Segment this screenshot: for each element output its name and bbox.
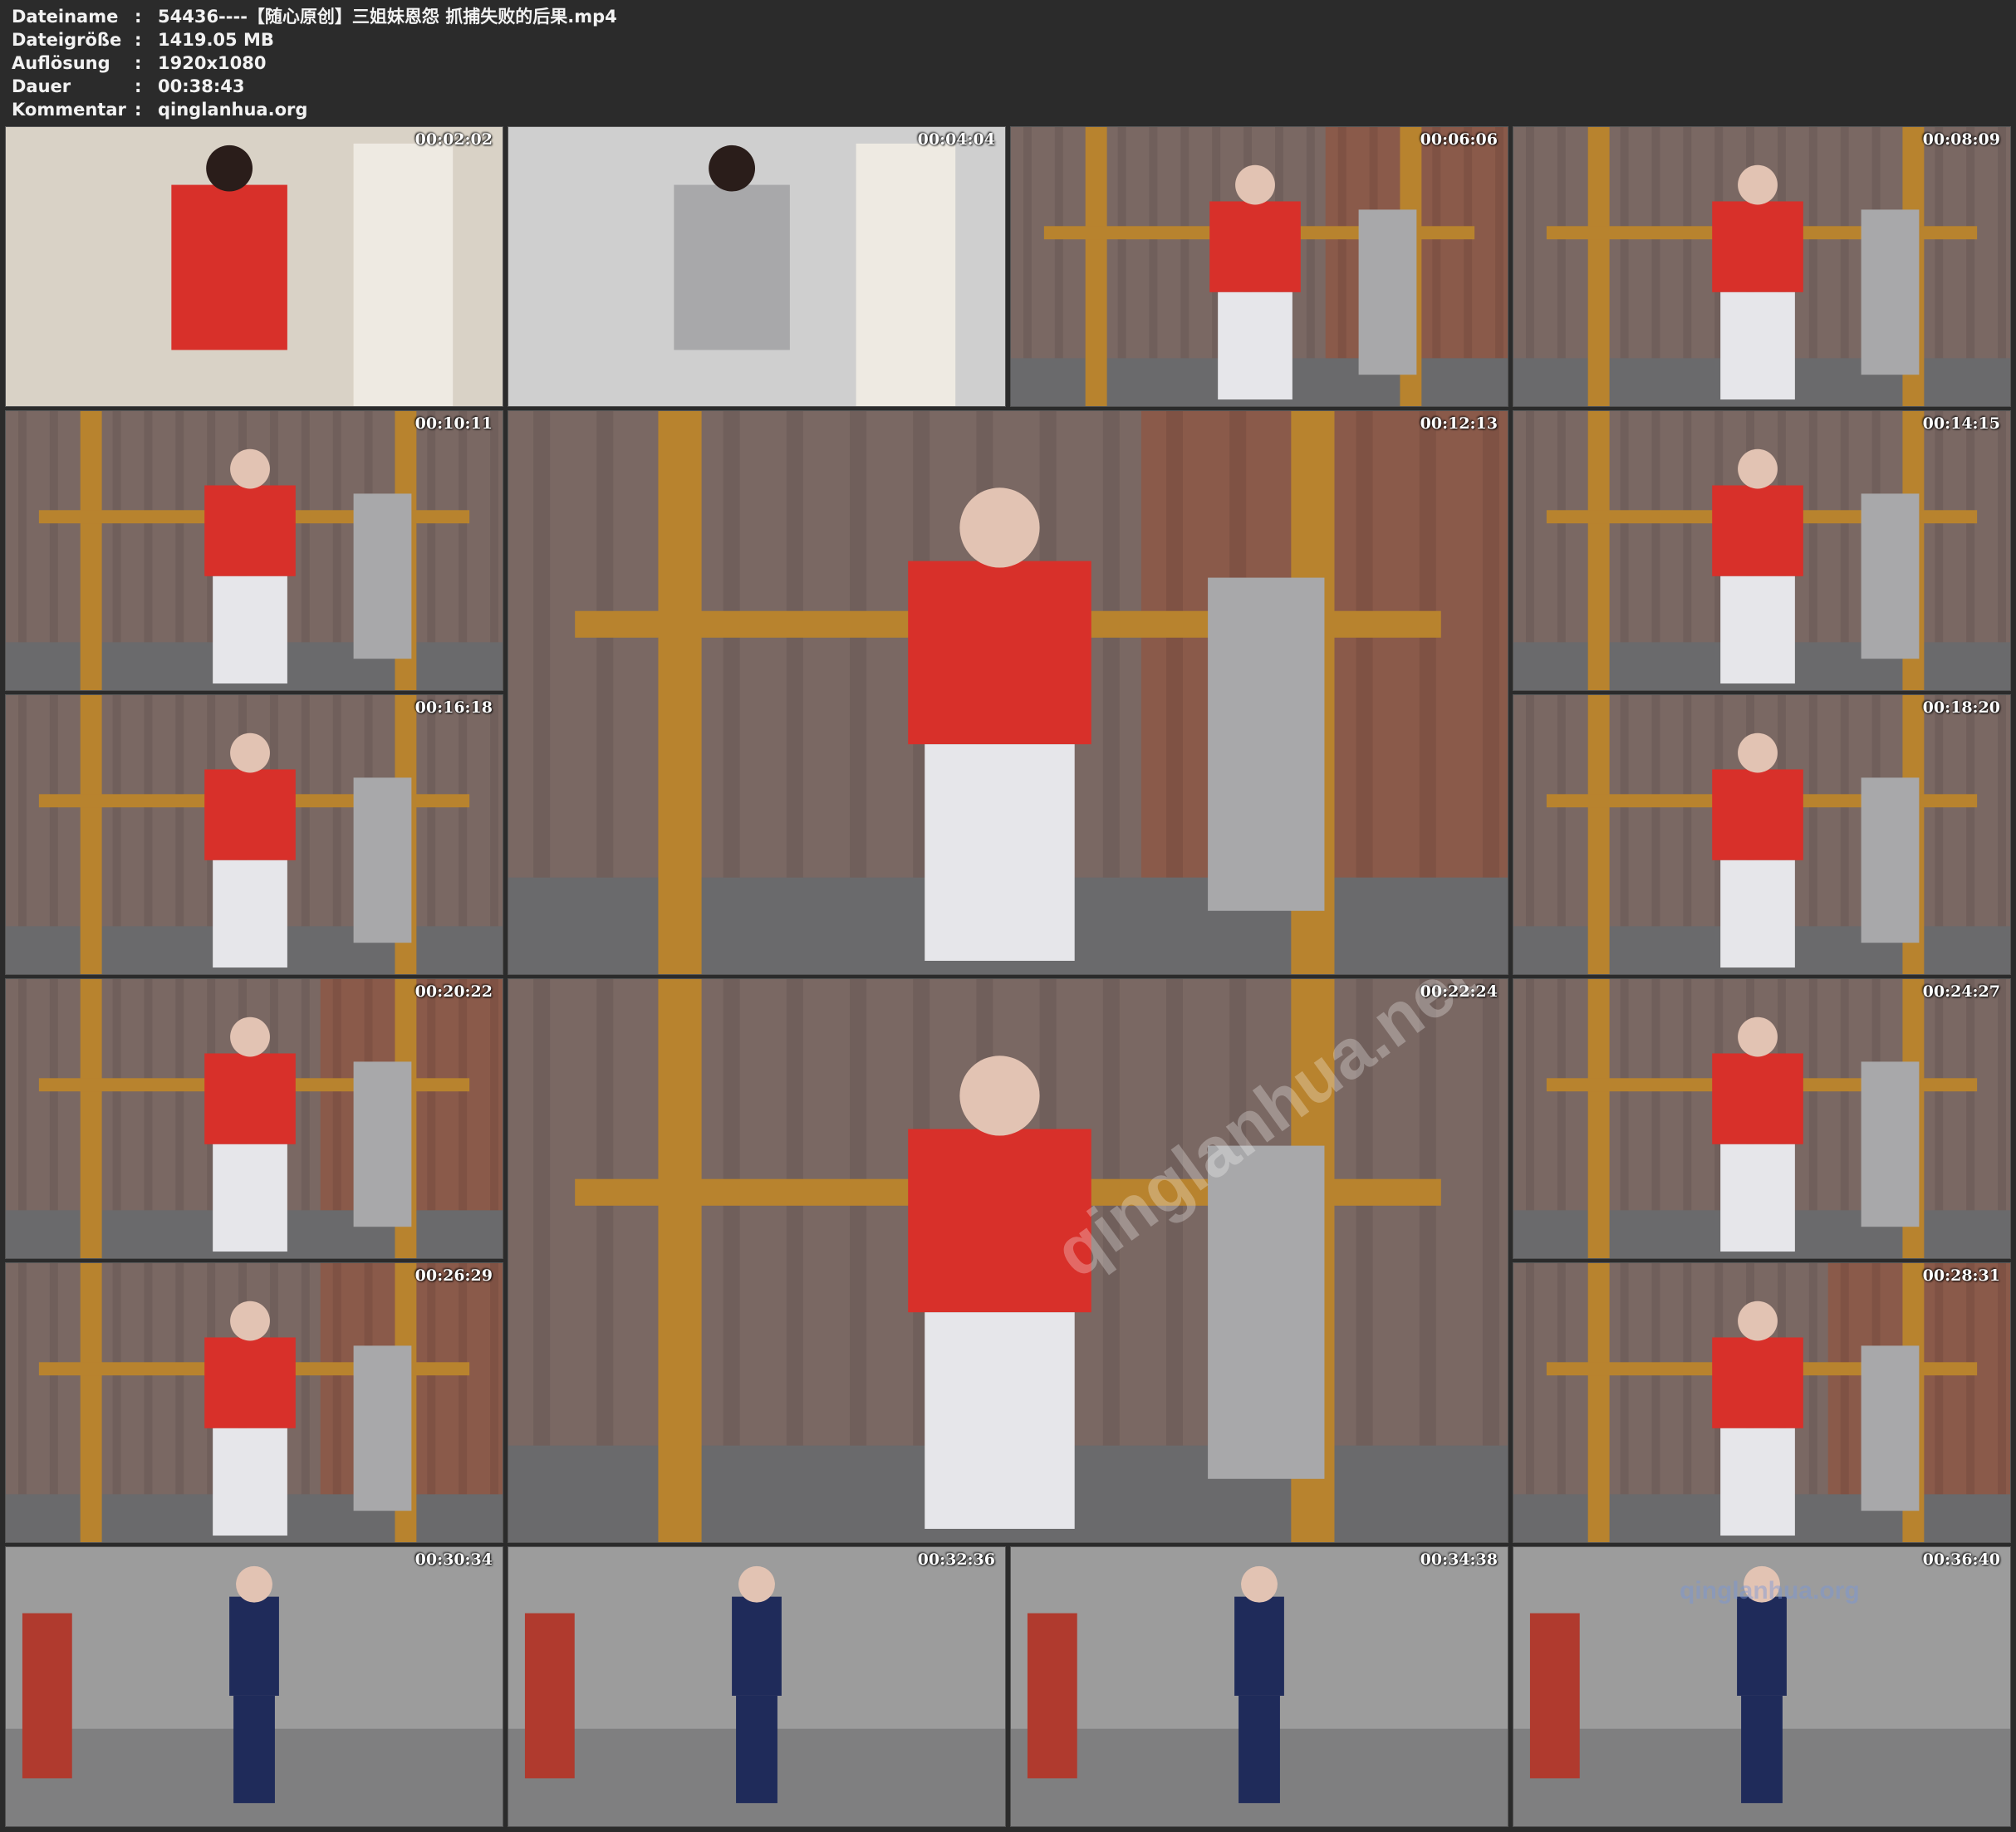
timestamp: 00:18:20: [1922, 698, 2000, 717]
thumbnail-large[interactable]: 00:12:13: [508, 410, 1508, 975]
timestamp: 00:14:15: [1922, 414, 2000, 433]
duration-label: Dauer: [12, 76, 71, 96]
separator: :: [135, 76, 142, 96]
thumbnail[interactable]: 00:34:38: [1010, 1546, 1508, 1827]
file-name-row: Dateiname : 54436----【随心原创】三姐妹恩怨 抓捕失败的后果…: [12, 5, 1997, 28]
comment-label: Kommentar: [12, 100, 126, 120]
file-size-row: Dateigröße : 1419.05 MB: [12, 28, 1997, 51]
frame-image: [6, 1263, 503, 1542]
resolution-value: 1920x1080: [158, 53, 267, 73]
thumbnail[interactable]: 00:18:20: [1513, 694, 2011, 975]
thumbnail[interactable]: 00:28:31: [1513, 1262, 2011, 1543]
frame-image: [1513, 1547, 2010, 1826]
thumbnail[interactable]: 00:32:36: [508, 1546, 1006, 1827]
timestamp: 00:24:27: [1922, 982, 2000, 1001]
file-size-value: 1419.05 MB: [158, 30, 274, 50]
frame-image: [508, 979, 1508, 1542]
duration-row: Dauer : 00:38:43: [12, 75, 1997, 98]
frame-image: [1011, 127, 1508, 406]
frame-image: [6, 127, 503, 406]
frame-image: [1513, 127, 2010, 406]
timestamp: 00:08:09: [1922, 130, 2000, 149]
file-name-label: Dateiname: [12, 7, 119, 27]
frame-image: [508, 127, 1005, 406]
timestamp: 00:16:18: [414, 698, 493, 717]
thumbnail-grid: 00:02:02 00:04:04 00:06:06 00:08:09 00:1…: [5, 126, 2014, 1830]
thumbnail[interactable]: 00:20:22: [5, 978, 503, 1259]
duration-value: 00:38:43: [158, 76, 245, 96]
frame-image: [6, 411, 503, 690]
thumbnail[interactable]: 00:14:15: [1513, 410, 2011, 691]
thumbnail[interactable]: 00:06:06: [1010, 126, 1508, 407]
timestamp: 00:32:36: [917, 1550, 995, 1569]
thumbnail[interactable]: 00:04:04: [508, 126, 1006, 407]
frame-image: [6, 695, 503, 974]
thumbnail[interactable]: 00:02:02: [5, 126, 503, 407]
resolution-label: Auflösung: [12, 53, 110, 73]
thumbnail[interactable]: 00:10:11: [5, 410, 503, 691]
file-info-panel: Dateiname : 54436----【随心原创】三姐妹恩怨 抓捕失败的后果…: [12, 5, 1997, 121]
timestamp: 00:04:04: [917, 130, 995, 149]
separator: :: [135, 30, 142, 50]
thumbnail-large[interactable]: 00:22:24 qinglanhua.net: [508, 978, 1508, 1543]
separator: :: [135, 7, 142, 27]
separator: :: [135, 100, 142, 120]
frame-image: [1513, 979, 2010, 1258]
thumbnail[interactable]: 00:36:40 qinglanhua.org: [1513, 1546, 2011, 1827]
frame-image: [1513, 1263, 2010, 1542]
timestamp: 00:36:40: [1922, 1550, 2000, 1569]
timestamp: 00:02:02: [414, 130, 493, 149]
timestamp: 00:12:13: [1420, 414, 1498, 433]
timestamp: 00:34:38: [1420, 1550, 1498, 1569]
timestamp: 00:10:11: [414, 414, 493, 433]
separator: :: [135, 53, 142, 73]
thumbnail[interactable]: 00:24:27: [1513, 978, 2011, 1259]
thumbnail[interactable]: 00:16:18: [5, 694, 503, 975]
comment-value: qinglanhua.org: [158, 100, 308, 120]
resolution-row: Auflösung : 1920x1080: [12, 51, 1997, 75]
frame-image: [6, 1547, 503, 1826]
frame-image: [1011, 1547, 1508, 1826]
timestamp: 00:22:24: [1420, 982, 1498, 1001]
timestamp: 00:30:34: [414, 1550, 493, 1569]
comment-row: Kommentar : qinglanhua.org: [12, 98, 1997, 121]
file-size-label: Dateigröße: [12, 30, 122, 50]
thumbnail[interactable]: 00:30:34: [5, 1546, 503, 1827]
timestamp: 00:28:31: [1922, 1266, 2000, 1285]
timestamp: 00:26:29: [414, 1266, 493, 1285]
timestamp: 00:06:06: [1420, 130, 1498, 149]
frame-image: [508, 1547, 1005, 1826]
frame-image: [1513, 411, 2010, 690]
thumbnail[interactable]: 00:26:29: [5, 1262, 503, 1543]
timestamp: 00:20:22: [414, 982, 493, 1001]
frame-image: [6, 979, 503, 1258]
thumbnail[interactable]: 00:08:09: [1513, 126, 2011, 407]
frame-image: [1513, 695, 2010, 974]
file-name-value: 54436----【随心原创】三姐妹恩怨 抓捕失败的后果.mp4: [158, 7, 617, 27]
frame-image: [508, 411, 1508, 974]
